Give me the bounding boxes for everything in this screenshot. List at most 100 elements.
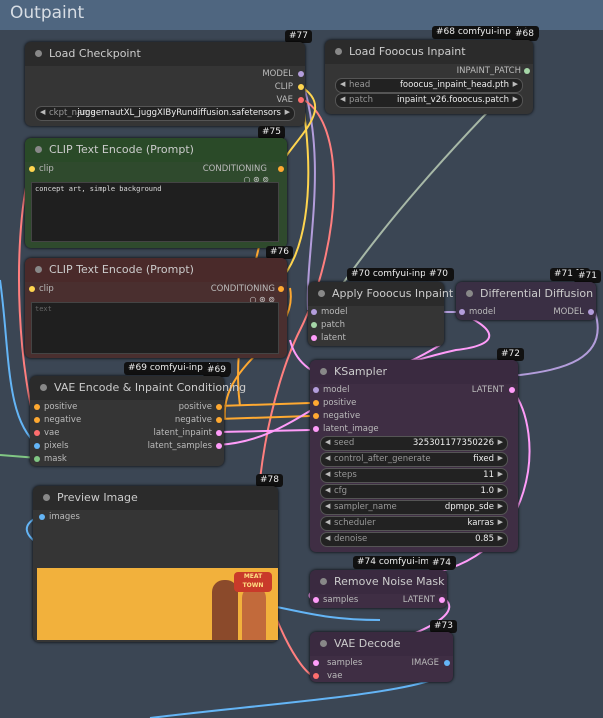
node-differential-diffusion[interactable]: Differential Diffusion model MODEL	[456, 282, 596, 320]
input-negative-label: negative	[44, 415, 82, 425]
node-title: Load Checkpoint	[49, 47, 141, 60]
node-remove-noise-mask[interactable]: Remove Noise Mask samples LATENT	[310, 570, 447, 608]
collapse-dot-icon[interactable]	[320, 368, 327, 375]
node-title: Remove Noise Mask	[334, 575, 445, 588]
input-samples-label: samples	[323, 595, 359, 605]
output-conditioning-label: CONDITIONING	[202, 164, 267, 174]
sampler-name-combo[interactable]: ◀ sampler_name dpmpp_sde ▶	[320, 500, 508, 515]
output-negative-label: negative	[174, 415, 212, 425]
node-title: Apply Fooocus Inpaint	[332, 287, 454, 300]
input-mask-label: mask	[44, 454, 67, 464]
input-latent-image-label: latent_image	[323, 424, 379, 434]
scheduler-combo[interactable]: ◀ scheduler karras ▶	[320, 516, 508, 531]
prompt-textarea[interactable]: text	[31, 302, 279, 354]
output-conditioning-socket[interactable]	[278, 286, 284, 292]
input-patch-label: patch	[321, 320, 345, 330]
denoise-widget[interactable]: ◀ denoise 0.85 ▶	[320, 532, 508, 547]
preview-image[interactable]: MEAT TOWN	[37, 568, 278, 640]
input-clip-socket[interactable]	[29, 286, 35, 292]
node-clip-text-encode-positive[interactable]: CLIP Text Encode (Prompt) clip CONDITION…	[25, 138, 287, 248]
output-inpaint-patch-socket[interactable]	[524, 68, 530, 74]
collapse-dot-icon[interactable]	[35, 266, 42, 273]
prompt-textarea[interactable]: concept art, simple background	[31, 182, 279, 242]
input-model-socket[interactable]	[459, 309, 465, 315]
control-after-generate-combo[interactable]: ◀ control_after_generate fixed ▶	[320, 452, 508, 467]
cfg-widget[interactable]: ◀ cfg 1.0 ▶	[320, 484, 508, 499]
group-title: Outpaint	[10, 3, 85, 23]
node-vae-encode-inpaint-conditioning[interactable]: VAE Encode & Inpaint Conditioning positi…	[30, 376, 246, 466]
node-load-fooocus-inpaint[interactable]: Load Fooocus Inpaint INPAINT_PATCH ◀ head…	[325, 40, 533, 114]
head-combo[interactable]: ◀ head fooocus_inpaint_head.pth ▶	[335, 78, 523, 93]
output-model-label: MODEL	[553, 307, 584, 317]
input-vae-label: vae	[327, 671, 343, 681]
node-vae-decode[interactable]: VAE Decode samples vae IMAGE	[310, 632, 453, 682]
arrow-right-icon[interactable]: ▶	[285, 108, 290, 116]
node-ksampler[interactable]: KSampler model positive negative latent_…	[310, 360, 518, 552]
node-title: VAE Decode	[334, 637, 401, 650]
output-latent-label: LATENT	[471, 385, 504, 395]
collapse-dot-icon[interactable]	[35, 50, 42, 57]
output-conditioning-socket[interactable]	[278, 166, 284, 172]
output-conditioning-label: CONDITIONING	[210, 284, 275, 294]
collapse-dot-icon[interactable]	[40, 384, 47, 391]
steps-widget[interactable]: ◀ steps 11 ▶	[320, 468, 508, 483]
input-clip-label: clip	[39, 164, 54, 174]
output-clip-socket[interactable]	[298, 84, 304, 90]
collapse-dot-icon[interactable]	[320, 578, 327, 585]
input-latent-label: latent	[321, 333, 346, 343]
collapse-dot-icon[interactable]	[318, 290, 325, 297]
output-image-label: IMAGE	[411, 658, 439, 668]
input-model-socket[interactable]	[311, 309, 317, 315]
collapse-dot-icon[interactable]	[320, 640, 327, 647]
output-positive-label: positive	[178, 402, 212, 412]
collapse-dot-icon[interactable]	[335, 48, 342, 55]
node-title: Preview Image	[57, 491, 138, 504]
patch-combo[interactable]: ◀ patch inpaint_v26.fooocus.patch ▶	[335, 93, 523, 108]
input-clip-socket[interactable]	[29, 166, 35, 172]
input-positive-label: positive	[44, 402, 78, 412]
input-samples-label: samples	[327, 658, 363, 668]
output-latent-samples-label: latent_samples	[147, 441, 212, 451]
input-negative-label: negative	[323, 411, 361, 421]
input-pixels-label: pixels	[44, 441, 69, 451]
input-model-label: model	[469, 307, 496, 317]
node-apply-fooocus-inpaint[interactable]: Apply Fooocus Inpaint model patch latent	[308, 282, 453, 346]
collapse-dot-icon[interactable]	[466, 290, 473, 297]
input-images-socket[interactable]	[39, 514, 45, 520]
character-figure	[242, 586, 266, 640]
node-title: CLIP Text Encode (Prompt)	[49, 263, 194, 276]
node-load-checkpoint[interactable]: Load Checkpoint MODEL CLIP VAE ◀ ckpt_nam…	[25, 42, 305, 126]
collapse-dot-icon[interactable]	[43, 494, 50, 501]
output-model-socket[interactable]	[298, 71, 304, 77]
input-model-label: model	[321, 307, 348, 317]
collapse-dot-icon[interactable]	[35, 146, 42, 153]
input-vae-label: vae	[44, 428, 60, 438]
output-latent-label: LATENT	[402, 595, 435, 605]
node-title: VAE Encode & Inpaint Conditioning	[54, 381, 247, 394]
node-id-badge: #74	[428, 557, 455, 570]
input-images-label: images	[49, 512, 80, 522]
arrow-left-icon[interactable]: ◀	[40, 108, 45, 116]
node-title: Load Fooocus Inpaint	[349, 45, 466, 58]
output-inpaint-patch-label: INPAINT_PATCH	[456, 66, 521, 76]
output-model-label: MODEL	[262, 69, 293, 79]
node-clip-text-encode-negative[interactable]: CLIP Text Encode (Prompt) clip CONDITION…	[25, 258, 287, 358]
output-vae-label: VAE	[276, 95, 293, 105]
node-title: CLIP Text Encode (Prompt)	[49, 143, 194, 156]
node-preview-image[interactable]: Preview Image images MEAT TOWN	[33, 486, 278, 642]
input-latent-socket[interactable]	[311, 335, 317, 341]
node-id-badge: #70	[425, 268, 452, 281]
input-patch-socket[interactable]	[311, 322, 317, 328]
game-logo: MEAT TOWN	[234, 572, 272, 592]
output-vae-socket[interactable]	[298, 97, 304, 103]
input-positive-label: positive	[323, 398, 357, 408]
output-clip-label: CLIP	[274, 82, 293, 92]
node-title: Differential Diffusion	[480, 287, 594, 300]
input-clip-label: clip	[39, 284, 54, 294]
seed-widget[interactable]: ◀ seed 325301177350226 ▶	[320, 436, 508, 451]
output-model-socket[interactable]	[588, 309, 594, 315]
output-latent-inpaint-label: latent_inpaint	[153, 428, 212, 438]
ckpt-name-combo[interactable]: ◀ ckpt_name juggernautXL_juggXIByRundiffus…	[35, 106, 295, 121]
node-title: KSampler	[334, 365, 387, 378]
input-model-label: model	[323, 385, 350, 395]
